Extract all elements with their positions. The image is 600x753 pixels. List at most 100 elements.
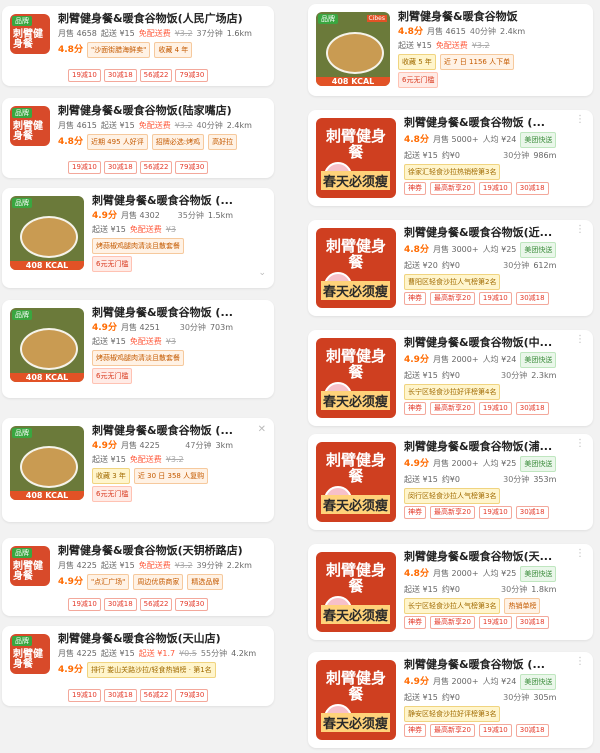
coupon[interactable]: 19减10 — [478, 506, 512, 519]
eta: 30分钟 — [179, 323, 206, 332]
coupon[interactable]: 30减18 — [515, 506, 549, 519]
coupon-row: 神券 最高新享20 19减10 30减18 — [404, 506, 556, 519]
voucher-badge[interactable]: 6元无门槛 — [92, 256, 133, 272]
badge-row: 曹阳区轻食沙拉人气榜第2名 — [404, 274, 556, 290]
coupon[interactable]: 30减18 — [515, 402, 549, 415]
shop-card[interactable]: 品牌 刺臂健身餐 刺臂健身餐&暖食谷物饭(陆家嘴店) 月售 4615 起送 ¥1… — [2, 98, 274, 178]
shop-card[interactable]: 刺臂健身餐 春天必须瘦 ⋮ 刺臂健身餐&暖食谷物饭 (... 4.9分 月售 2… — [308, 652, 593, 748]
coupon[interactable]: 79减30 — [175, 598, 209, 611]
coupon[interactable]: 56减22 — [139, 598, 173, 611]
shop-card[interactable]: 刺臂健身餐 春天必须瘦 ⋮ 刺臂健身餐&暖食谷物饭(浦... 4.9分 月售 2… — [308, 434, 593, 530]
eta: 39分钟 — [196, 561, 223, 570]
coupon-hot[interactable]: 神券 — [404, 182, 426, 195]
coupon-hot[interactable]: 神券 — [404, 616, 426, 629]
coupon[interactable]: 19减10 — [68, 69, 101, 82]
coupon[interactable]: 30减18 — [515, 292, 549, 305]
coupon-hot[interactable]: 神券 — [404, 402, 426, 415]
coupon[interactable]: 19减10 — [478, 402, 512, 415]
coupon[interactable]: 79减30 — [175, 69, 209, 82]
coupon[interactable]: 56减22 — [139, 69, 173, 82]
coupon[interactable]: 56减22 — [139, 689, 173, 702]
close-icon[interactable]: ✕ — [258, 424, 266, 435]
coupon[interactable]: 最高新享20 — [430, 402, 475, 415]
coupon[interactable]: 最高新享20 — [430, 292, 475, 305]
coupon[interactable]: 30减18 — [515, 182, 549, 195]
shop-thumbnail: 刺臂健身餐 春天必须瘦 — [316, 442, 396, 522]
coupon[interactable]: 30减18 — [515, 616, 549, 629]
delivery-row: 起送 ¥15 约¥0 30分钟 353m — [404, 474, 556, 486]
shop-logo-text: 刺臂健身餐 — [325, 237, 386, 271]
coupon[interactable]: 30减18 — [515, 724, 549, 737]
coupon[interactable]: 19减10 — [68, 598, 101, 611]
rank-badge[interactable]: 闵行区轻食沙拉人气榜第3名 — [404, 488, 501, 504]
shop-thumbnail: 品牌 408 KCAL — [10, 308, 84, 382]
free-delivery: 免配送费 — [138, 561, 171, 570]
shop-badge: 近期 495 人好评 — [86, 134, 148, 150]
slogan: 春天必须瘦 — [320, 281, 390, 300]
avg-price: 人均 ¥25 — [482, 459, 517, 468]
more-options-icon[interactable]: ⋮ — [575, 438, 585, 449]
coupon-hot[interactable]: 神券 — [404, 292, 426, 305]
rank-badge[interactable]: 排行 娄山关路沙拉/轻食热销榜 · 第1名 — [86, 662, 216, 678]
kcal-label: 408 KCAL — [316, 77, 390, 86]
eta: 30分钟 — [503, 261, 530, 270]
coupon[interactable]: 30减18 — [103, 598, 137, 611]
rating: 4.9分 — [58, 577, 83, 587]
coupon[interactable]: 19减10 — [68, 689, 101, 702]
coupon[interactable]: 19减10 — [478, 616, 512, 629]
more-options-icon[interactable]: ⋮ — [575, 656, 585, 667]
shop-card[interactable]: 刺臂健身餐 春天必须瘦 ⋮ 刺臂健身餐&暖食谷物饭(天... 4.8分 月售 2… — [308, 544, 593, 640]
shop-card[interactable]: 品牌 408 KCAL 刺臂健身餐&暖食谷物饭 (... 4.9分 月售 430… — [2, 188, 274, 288]
coupon[interactable]: 56减22 — [139, 161, 173, 174]
shop-card[interactable]: 品牌 408 KCAL ✕ 刺臂健身餐&暖食谷物饭 (... 4.9分 月售 4… — [2, 418, 274, 522]
more-options-icon[interactable]: ⋮ — [575, 334, 585, 345]
coupon-hot[interactable]: 神券 — [404, 506, 426, 519]
more-options-icon[interactable]: ⋮ — [575, 224, 585, 235]
shop-card[interactable]: 品牌 刺臂健身餐 刺臂健身餐&暖食谷物饭(天钥桥路店) 月售 4225 起送 ¥… — [2, 538, 274, 616]
rank-badge[interactable]: 徐家汇轻食沙拉热销榜第3名 — [404, 164, 501, 180]
coupon[interactable]: 30减18 — [103, 161, 137, 174]
chevron-down-icon[interactable]: ⌄ — [258, 268, 266, 278]
slogan: 春天必须瘦 — [320, 713, 390, 732]
coupon[interactable]: 最高新享20 — [430, 724, 475, 737]
shop-badge: 烤蒜椒鸡腿肉清淡且散套餐 — [92, 350, 184, 366]
voucher-badge[interactable]: 6元无门槛 — [92, 368, 133, 384]
rank-badge[interactable]: 静安区轻食沙拉好评榜第3名 — [404, 706, 501, 722]
shop-card[interactable]: 刺臂健身餐 春天必须瘦 ⋮ 刺臂健身餐&暖食谷物饭(中... 4.9分 月售 2… — [308, 330, 593, 426]
coupon-hot[interactable]: 神券 — [404, 724, 426, 737]
rating: 4.9分 — [58, 665, 83, 675]
min-order: 起送 ¥15 — [100, 649, 135, 658]
shop-badge: 近 7 日 1156 人下单 — [439, 54, 515, 70]
coupon[interactable]: 79减30 — [175, 161, 209, 174]
coupon[interactable]: 19减10 — [68, 161, 101, 174]
shop-card[interactable]: 品牌 408 KCAL 刺臂健身餐&暖食谷物饭 (... 4.9分 月售 425… — [2, 300, 274, 398]
shop-name: 刺臂健身餐&暖食谷物饭(中... — [404, 336, 553, 349]
more-options-icon[interactable]: ⋮ — [575, 114, 585, 125]
voucher-badge[interactable]: 6元无门槛 — [398, 72, 439, 88]
coupon[interactable]: 最高新享20 — [430, 506, 475, 519]
shop-name: 刺臂健身餐&暖食谷物饭(人民广场店) — [58, 12, 243, 25]
coupon-row: 19减10 30减18 56减22 79减30 — [68, 598, 209, 611]
delivery-row: 起送 ¥20 约¥0 30分钟 612m — [404, 260, 556, 272]
more-options-icon[interactable]: ⋮ — [575, 548, 585, 559]
shop-card[interactable]: 品牌 刺臂健身餐 刺臂健身餐&暖食谷物饭(人民广场店) 月售 4658 起送 ¥… — [2, 6, 274, 86]
monthly-sales: 月售 4225 — [58, 561, 97, 570]
coupon[interactable]: 19减10 — [478, 724, 512, 737]
coupon[interactable]: 19减10 — [478, 182, 512, 195]
coupon[interactable]: 30减18 — [103, 69, 137, 82]
rank-badge[interactable]: 长宁区轻食沙拉人气榜第3名 — [404, 598, 501, 614]
min-order: 起送 ¥15 — [92, 455, 126, 464]
shop-card[interactable]: 品牌 Cibes 408 KCAL 刺臂健身餐&暖食谷物饭 4.8分 月售 46… — [308, 4, 593, 96]
voucher-badge[interactable]: 6元无门槛 — [92, 486, 133, 502]
rank-badge[interactable]: 曹阳区轻食沙拉人气榜第2名 — [404, 274, 501, 290]
coupon[interactable]: 最高新享20 — [430, 616, 475, 629]
shop-card[interactable]: 刺臂健身餐 春天必须瘦 ⋮ 刺臂健身餐&暖食谷物饭(近... 4.8分 月售 3… — [308, 220, 593, 316]
rank-badge[interactable]: 长宁区轻食沙拉好评榜第4名 — [404, 384, 501, 400]
shop-name: 刺臂健身餐&暖食谷物饭 (... — [404, 116, 545, 129]
shop-card[interactable]: 品牌 刺臂健身餐 刺臂健身餐&暖食谷物饭(天山店) 月售 4225 起送 ¥15… — [2, 626, 274, 706]
shop-card[interactable]: 刺臂健身餐 春天必须瘦 ⋮ 刺臂健身餐&暖食谷物饭 (... 4.8分 月售 5… — [308, 110, 593, 206]
coupon[interactable]: 79减30 — [175, 689, 209, 702]
coupon[interactable]: 30减18 — [103, 689, 137, 702]
coupon[interactable]: 19减10 — [478, 292, 512, 305]
coupon[interactable]: 最高新享20 — [430, 182, 475, 195]
